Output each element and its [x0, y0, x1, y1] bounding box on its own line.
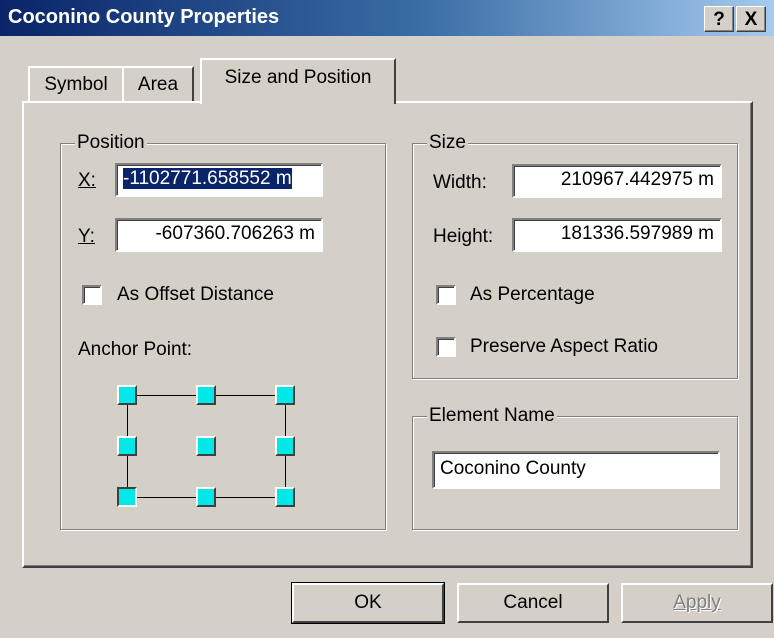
as-percentage-checkbox[interactable]: [436, 285, 456, 305]
anchor-bottom-left[interactable]: [117, 487, 137, 507]
anchor-middle-right[interactable]: [275, 436, 295, 456]
x-label-text: X:: [78, 170, 96, 191]
anchor-point-label: Anchor Point:: [78, 339, 193, 360]
size-legend: Size: [427, 131, 468, 155]
tab-label: Size and Position: [224, 67, 372, 88]
anchor-top-left[interactable]: [117, 385, 137, 405]
element-name-input[interactable]: Coconino County: [432, 451, 720, 489]
anchor-top-right[interactable]: [275, 385, 295, 405]
element-name-value: Coconino County: [440, 458, 586, 479]
ok-button[interactable]: OK: [291, 582, 445, 624]
help-button[interactable]: ?: [704, 6, 734, 32]
tab-label: Area: [137, 74, 179, 95]
y-label-text: Y:: [78, 226, 95, 247]
y-value: -607360.706263 m: [155, 223, 315, 244]
close-button[interactable]: X: [736, 6, 766, 32]
width-label: Width:: [433, 172, 487, 193]
tab-area[interactable]: Area: [122, 66, 194, 102]
position-group: Position: [60, 131, 386, 530]
position-legend: Position: [75, 131, 147, 155]
anchor-middle-left[interactable]: [117, 436, 137, 456]
tab-size-and-position[interactable]: Size and Position: [200, 58, 396, 104]
help-icon: ?: [713, 8, 725, 30]
offset-distance-checkbox[interactable]: [82, 285, 102, 305]
anchor-top-center[interactable]: [196, 385, 216, 405]
anchor-center[interactable]: [196, 436, 216, 456]
anchor-bottom-center[interactable]: [196, 487, 216, 507]
element-name-legend: Element Name: [427, 404, 557, 428]
x-value: -1102771.658552 m: [123, 168, 292, 189]
as-percentage-label: As Percentage: [470, 284, 595, 305]
height-label: Height:: [433, 226, 494, 247]
preserve-aspect-checkbox[interactable]: [436, 337, 456, 357]
x-label: X:: [78, 170, 96, 192]
width-value: 210967.442975 m: [560, 169, 714, 190]
anchor-bottom-right[interactable]: [275, 487, 295, 507]
y-input[interactable]: -607360.706263 m: [115, 218, 323, 252]
ok-label: OK: [354, 592, 382, 613]
window-title: Coconino County Properties: [8, 6, 280, 28]
height-input[interactable]: 181336.597989 m: [512, 218, 722, 252]
close-icon: X: [744, 8, 758, 30]
tab-symbol[interactable]: Symbol: [28, 66, 124, 102]
width-input[interactable]: 210967.442975 m: [512, 164, 722, 198]
cancel-button[interactable]: Cancel: [457, 583, 609, 623]
tab-label: Symbol: [44, 74, 108, 95]
apply-label: Apply: [673, 592, 721, 613]
height-value: 181336.597989 m: [560, 223, 714, 244]
preserve-aspect-label: Preserve Aspect Ratio: [470, 336, 658, 357]
offset-distance-label: As Offset Distance: [117, 284, 274, 305]
apply-button[interactable]: Apply: [621, 583, 773, 623]
y-label: Y:: [78, 226, 95, 248]
title-bar[interactable]: Coconino County Properties ? X: [0, 0, 774, 36]
x-input[interactable]: -1102771.658552 m: [115, 163, 323, 197]
cancel-label: Cancel: [503, 592, 563, 613]
